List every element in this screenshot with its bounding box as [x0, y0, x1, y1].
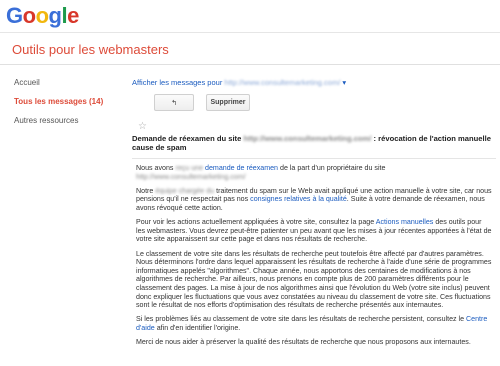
manual-actions-link[interactable]: Actions manuelles: [376, 218, 434, 226]
header-divider: [0, 64, 500, 65]
top-divider: [0, 32, 500, 33]
message-title: Demande de réexamen du site http://www.c…: [132, 134, 494, 152]
message-title-site: http://www.consultemarketing.com/: [243, 134, 372, 143]
delete-button[interactable]: Supprimer: [206, 94, 250, 111]
paragraph: Si les problèmes liés au classement de v…: [136, 315, 492, 332]
dropdown-arrow-icon: ▾: [340, 78, 347, 87]
text: de la part d'un propriétaire du site: [280, 164, 386, 172]
text: Pour voir les actions actuellement appli…: [136, 218, 375, 227]
site-filter-dropdown[interactable]: Afficher les messages pour http://www.co…: [132, 78, 496, 92]
site-filter-url: http://www.consultemarketing.com/: [224, 78, 341, 87]
message-body: Nous avons reçu une demande de réexamen …: [136, 164, 492, 352]
paragraph: Nous avons reçu une demande de réexamen …: [136, 164, 492, 181]
sidebar-item-all-messages[interactable]: Tous les messages (14): [14, 97, 129, 116]
star-icon[interactable]: ☆: [138, 122, 147, 132]
text: Notre: [136, 186, 154, 195]
text: Nous avons: [136, 164, 174, 172]
text: afin d'en identifier l'origine.: [156, 323, 241, 332]
back-arrow-icon: ↰: [171, 99, 177, 107]
redacted-site-url: http://www.consultemarketing.com/: [136, 172, 246, 181]
redacted-text: reçu une: [175, 164, 204, 172]
logo-letter: g: [48, 3, 62, 28]
back-button[interactable]: ↰: [154, 94, 194, 111]
message-title-line2: cause de spam: [132, 143, 187, 152]
message-pane: Afficher les messages pour http://www.co…: [132, 78, 496, 346]
site-filter-label: Afficher les messages pour: [132, 78, 223, 87]
text: Si les problèmes liés au classement de v…: [136, 315, 465, 324]
message-title-suffix: : révocation de l'action manuelle: [373, 134, 491, 143]
message-toolbar: ↰ Supprimer: [154, 94, 250, 112]
paragraph: Pour voir les actions actuellement appli…: [136, 218, 492, 244]
logo-letter: G: [6, 3, 23, 28]
app-title: Outils pour les webmasters: [12, 42, 169, 57]
message-title-prefix: Demande de réexamen du site: [132, 134, 242, 143]
logo-letter: o: [22, 3, 36, 28]
logo-letter: e: [67, 3, 79, 28]
paragraph: Notre équipe chargée du traitement du sp…: [136, 187, 492, 213]
sidebar-item-other-resources[interactable]: Autres ressources: [14, 116, 129, 135]
paragraph: Merci de nous aider à préserver la quali…: [136, 338, 471, 347]
sidebar-item-accueil[interactable]: Accueil: [14, 78, 129, 97]
sidebar: Accueil Tous les messages (14) Autres re…: [14, 78, 129, 135]
quality-guidelines-link[interactable]: consignes relatives à la qualité: [250, 195, 347, 203]
logo-letter: o: [35, 3, 49, 28]
google-logo: Google: [6, 4, 79, 28]
redacted-text: équipe chargée du: [155, 186, 215, 195]
message-divider: [132, 158, 496, 159]
reconsideration-link[interactable]: demande de réexamen: [205, 164, 278, 172]
paragraph: Le classement de votre site dans les rés…: [136, 249, 492, 310]
